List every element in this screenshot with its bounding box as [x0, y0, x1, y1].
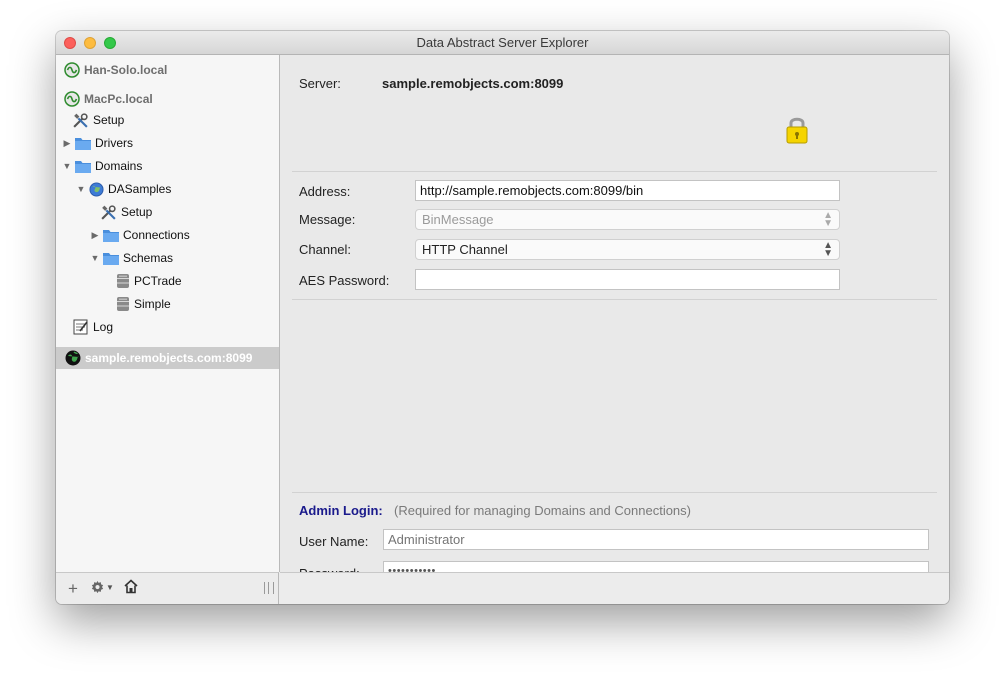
sidebar-item-dasamples[interactable]: ▼ DASamples	[76, 179, 171, 199]
server-label: Server:	[299, 76, 341, 91]
log-notepad-icon	[73, 319, 89, 335]
sidebar-item-pctrade[interactable]: PCTrade	[116, 271, 182, 291]
globe-icon	[89, 181, 104, 197]
section-divider	[292, 299, 937, 300]
sidebar-footer: + ▼	[56, 572, 279, 604]
disclosure-triangle-collapsed-icon[interactable]: ▶	[62, 138, 72, 149]
lock-icon[interactable]	[785, 115, 809, 148]
gear-menu-icon[interactable]: ▼	[90, 580, 114, 595]
sidebar-item-label: Log	[93, 320, 114, 334]
section-divider	[292, 492, 937, 493]
database-icon	[116, 273, 130, 289]
admin-login-label: Admin Login:	[299, 503, 383, 518]
sidebar-item-connections[interactable]: ▶ Connections	[90, 225, 190, 245]
section-divider	[292, 171, 937, 172]
folder-icon	[103, 229, 119, 242]
home-icon[interactable]	[124, 579, 138, 597]
disclosure-triangle-collapsed-icon[interactable]: ▶	[90, 230, 100, 241]
sidebar-item-dasamples-setup[interactable]: Setup	[100, 202, 152, 222]
sidebar-item-label: Simple	[134, 297, 171, 311]
aes-password-input[interactable]	[415, 269, 840, 290]
folder-icon	[103, 252, 119, 265]
message-label: Message:	[299, 212, 356, 227]
chevron-down-icon: ▼	[106, 583, 114, 592]
sidebar-item-schemas[interactable]: ▼ Schemas	[90, 248, 174, 268]
network-host-icon	[64, 91, 80, 107]
sidebar-item-setup[interactable]: Setup	[72, 110, 124, 130]
updown-arrows-icon: ▲ ▼	[823, 239, 833, 259]
add-icon[interactable]: +	[68, 579, 78, 599]
disclosure-triangle-expanded-icon[interactable]: ▼	[62, 161, 72, 171]
admin-login-note: (Required for managing Domains and Conne…	[394, 503, 691, 518]
sidebar-host-label: Han-Solo.local	[84, 63, 168, 77]
sidebar-item-label: Schemas	[123, 251, 174, 265]
address-label: Address:	[299, 184, 351, 199]
message-select-value: BinMessage	[422, 212, 494, 227]
folder-icon	[75, 160, 91, 173]
disclosure-triangle-expanded-icon[interactable]: ▼	[76, 184, 86, 194]
username-input[interactable]	[383, 529, 929, 550]
window-title: Data Abstract Server Explorer	[416, 35, 589, 50]
sidebar-item-simple[interactable]: Simple	[116, 294, 171, 314]
username-label: User Name:	[299, 534, 369, 549]
channel-select[interactable]: HTTP Channel ▲ ▼	[415, 239, 840, 260]
server-detail-panel: Server: sample.remobjects.com:8099 Addre…	[280, 55, 949, 582]
sidebar-item-label: DASamples	[108, 182, 172, 196]
app-window: Data Abstract Server Explorer Han-Solo.l…	[56, 31, 949, 604]
database-icon	[116, 296, 130, 312]
sidebar-item-log[interactable]: Log	[73, 317, 113, 337]
address-input[interactable]	[415, 180, 840, 201]
network-host-icon	[64, 62, 80, 78]
sidebar-item-label: Setup	[121, 205, 153, 219]
splitter-grip-icon[interactable]	[264, 582, 274, 594]
sidebar-item-label: Domains	[95, 159, 143, 173]
sidebar-item-label: sample.remobjects.com:8099	[85, 351, 253, 365]
sidebar-item-drivers[interactable]: ▶ Drivers	[62, 133, 133, 153]
title-bar: Data Abstract Server Explorer	[56, 31, 949, 55]
earth-icon	[65, 350, 81, 366]
channel-select-value: HTTP Channel	[422, 242, 508, 257]
disclosure-triangle-expanded-icon[interactable]: ▼	[90, 253, 100, 263]
sidebar: Han-Solo.local MacPc.local Setup ▶ Drive…	[56, 55, 280, 572]
sidebar-host-macpc[interactable]: MacPc.local	[64, 89, 153, 109]
sidebar-host-han-solo[interactable]: Han-Solo.local	[64, 60, 167, 80]
sidebar-item-domains[interactable]: ▼ Domains	[62, 156, 143, 176]
updown-arrows-icon: ▲ ▼	[823, 209, 833, 229]
main-footer	[280, 572, 949, 604]
tools-icon	[100, 204, 117, 221]
tools-icon	[72, 112, 89, 129]
message-select[interactable]: BinMessage ▲ ▼	[415, 209, 840, 230]
folder-icon	[75, 137, 91, 150]
aes-password-label: AES Password:	[299, 273, 390, 288]
channel-label: Channel:	[299, 242, 352, 257]
sidebar-item-label: Setup	[93, 113, 125, 127]
sidebar-host-label: MacPc.local	[84, 92, 153, 106]
sidebar-item-label: PCTrade	[134, 274, 182, 288]
sidebar-item-selected-server[interactable]: sample.remobjects.com:8099	[56, 347, 279, 369]
server-value: sample.remobjects.com:8099	[382, 76, 564, 91]
sidebar-item-label: Drivers	[95, 136, 133, 150]
sidebar-item-label: Connections	[123, 228, 190, 242]
